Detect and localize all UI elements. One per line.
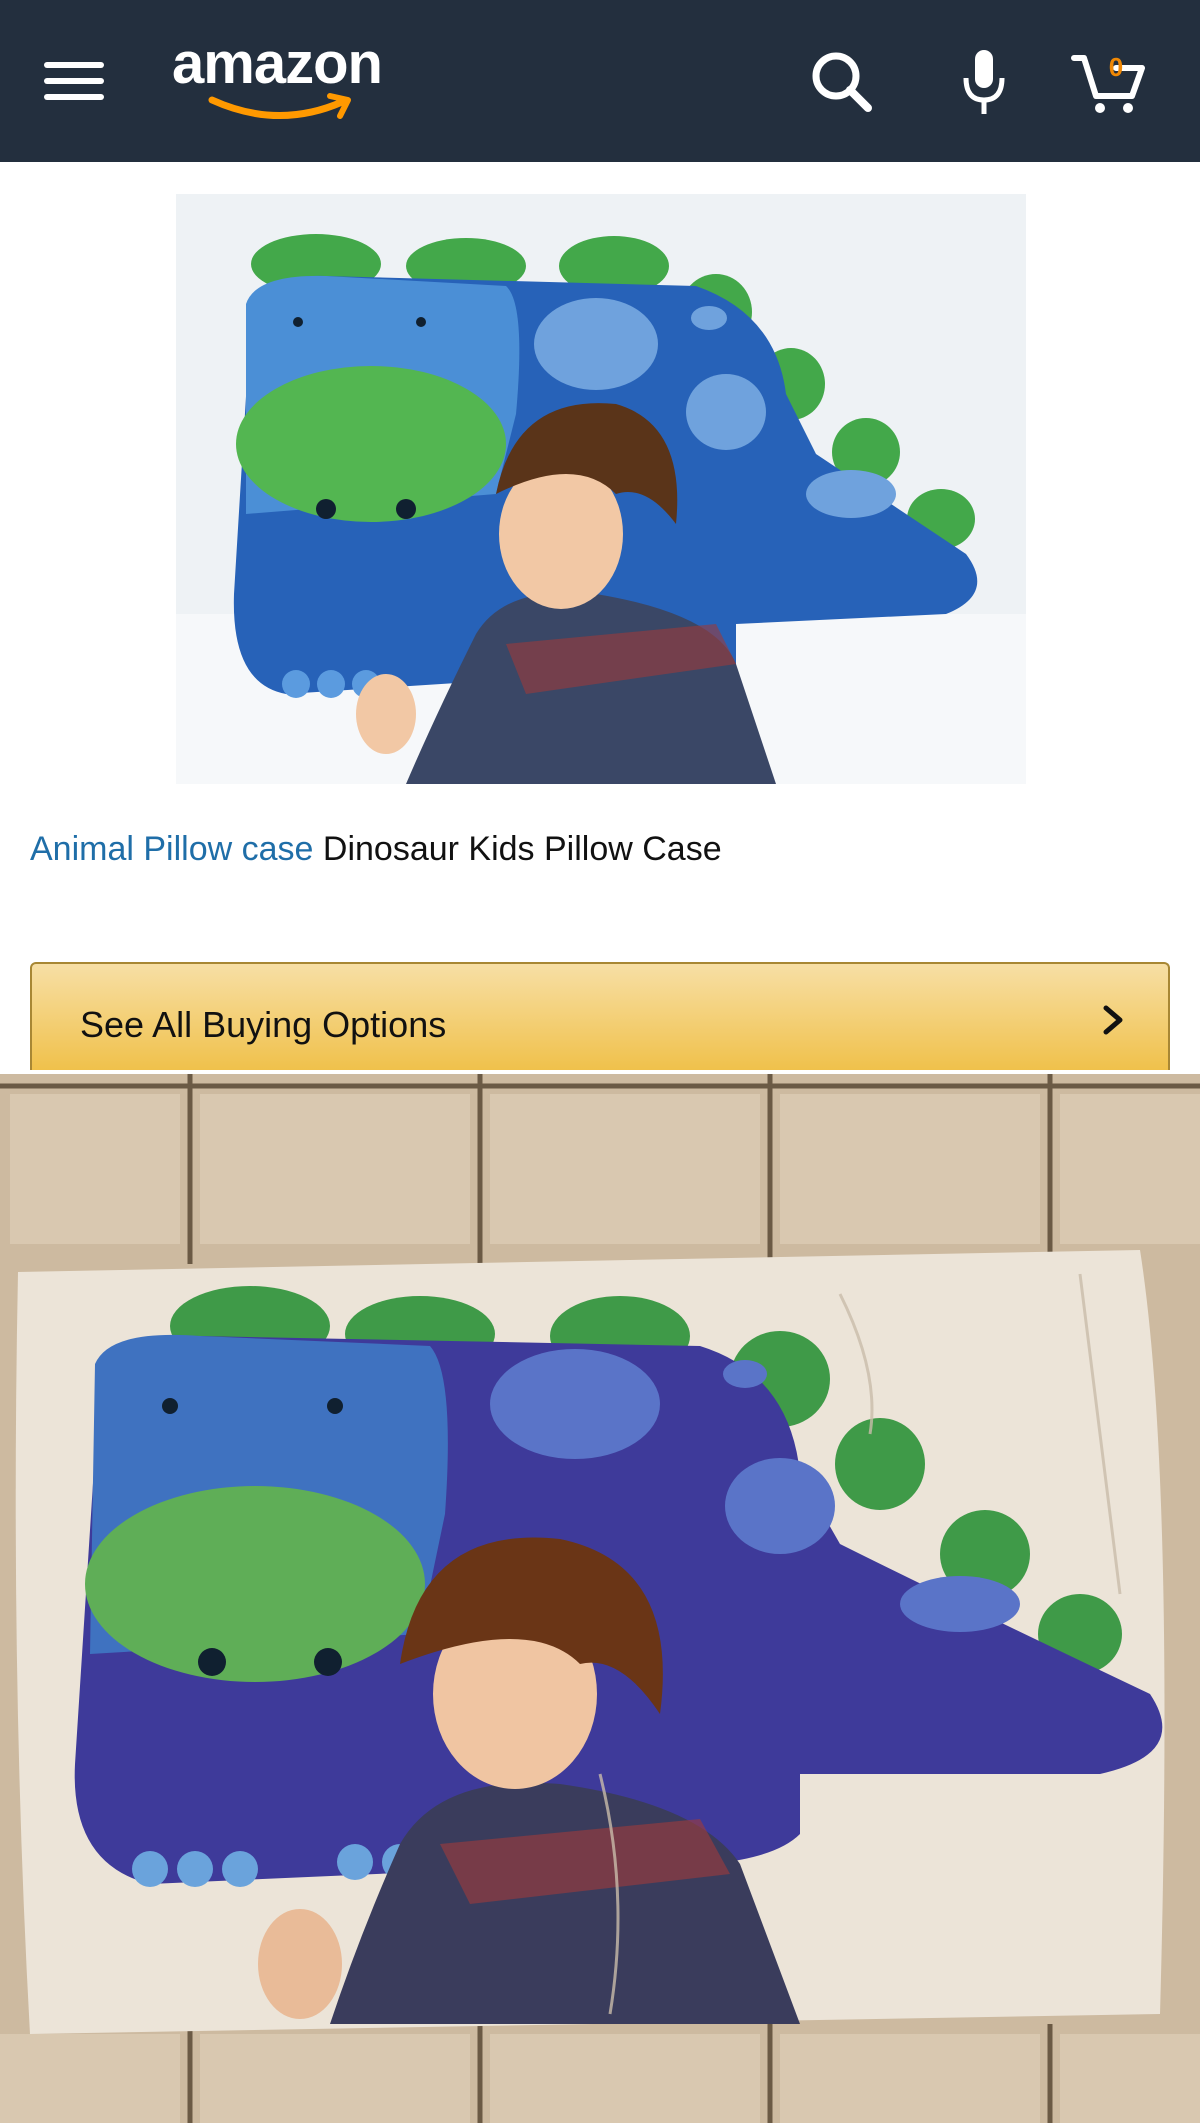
cart-count-badge: 0 [1108,52,1124,82]
chevron-right-icon [1103,1005,1123,1035]
product-name: Dinosaur Kids Pillow Case [322,830,722,868]
product-image[interactable] [176,194,1026,784]
menu-icon[interactable] [44,56,106,106]
logo-smile-icon [208,93,351,119]
microphone-icon[interactable] [944,42,1024,122]
customer-photo-pillowcase [0,1074,1200,2123]
search-icon[interactable] [802,42,882,122]
top-nav-bar: amazon 0 [0,0,1200,162]
amazon-logo[interactable]: amazon [172,30,392,120]
category-link[interactable]: Animal Pillow case [30,830,313,868]
product-title: Animal Pillow case Dinosaur Kids Pillow … [30,830,722,869]
received-pillowcase-photo [0,1074,1200,2123]
logo-text: amazon [172,31,383,96]
product-photo-dinosaur-pillow [176,194,1026,784]
see-all-buying-options-button[interactable]: See All Buying Options [30,962,1170,1070]
buy-options-label: See All Buying Options [80,1004,447,1045]
cart-icon[interactable]: 0 [1070,42,1150,122]
